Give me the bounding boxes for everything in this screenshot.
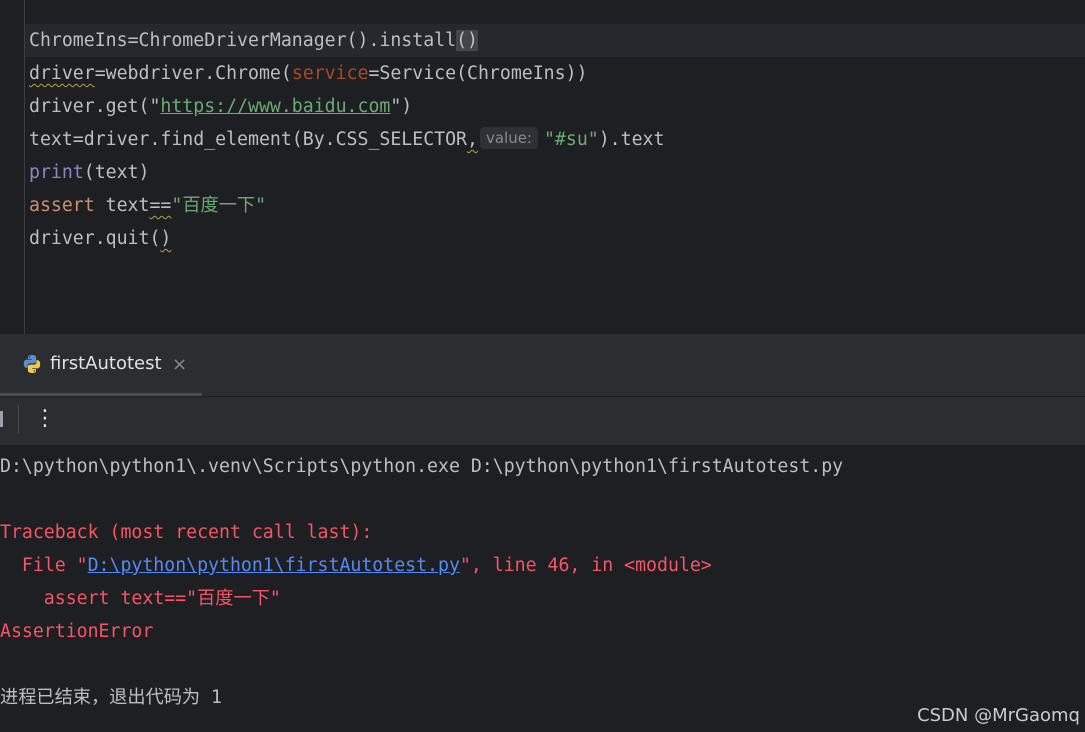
traceback-code-line: assert text=="百度一下": [0, 582, 281, 615]
run-console[interactable]: D:\python\python1\.venv\Scripts\python.e…: [0, 445, 1085, 732]
code-line-7[interactable]: driver.quit(): [29, 222, 171, 255]
code-token: (text): [83, 162, 150, 183]
code-token: ,: [467, 129, 478, 150]
url-link[interactable]: https://www.baidu.com: [160, 96, 390, 117]
code-token: =webdriver.Chrome(: [94, 63, 292, 84]
matched-paren: ): [467, 30, 478, 51]
close-icon[interactable]: ×: [172, 354, 187, 375]
matched-paren: (: [456, 30, 468, 51]
traceback-file-line: File "D:\python\python1\firstAutotest.py…: [0, 549, 712, 582]
console-command-line: D:\python\python1\.venv\Scripts\python.e…: [0, 456, 844, 477]
traceback-text: assert text==": [0, 588, 198, 609]
traceback-text: 百度一下: [197, 588, 270, 609]
assertion-error: AssertionError: [0, 621, 154, 642]
code-line-2[interactable]: driver=webdriver.Chrome(service=Service(…: [29, 57, 587, 90]
file-path-link[interactable]: D:\python\python1\firstAutotest.py: [88, 555, 460, 576]
code-token: driver: [29, 63, 95, 84]
code-token: driver.quit(: [29, 228, 161, 249]
code-token: =ChromeDriverManager().install: [127, 30, 457, 51]
toolbar-button-partial[interactable]: [0, 411, 3, 427]
code-token: ChromeIns: [29, 30, 128, 51]
python-icon: [23, 355, 41, 373]
traceback-text: ", line 46, in <module>: [459, 555, 712, 576]
code-token: =Service(ChromeIns)): [368, 63, 588, 84]
run-tab-firstautotest[interactable]: firstAutotest ×: [0, 334, 202, 396]
code-line-6[interactable]: assert text=="百度一下": [29, 189, 266, 222]
process-exit-message: 进程已结束，退出代码为 1: [0, 687, 222, 708]
code-param-token: service: [291, 63, 369, 84]
code-token: ==: [149, 195, 172, 216]
code-line-4[interactable]: text=driver.find_element(By.CSS_SELECTOR…: [29, 123, 664, 156]
run-toolbar: ⋮: [0, 397, 1085, 445]
tab-label: firstAutotest: [50, 353, 162, 374]
code-token: ): [160, 228, 172, 249]
code-token: driver.get(": [29, 96, 161, 117]
code-string-token: "#su": [543, 129, 599, 150]
watermark: CSDN @MrGaomq: [917, 705, 1080, 726]
code-line-1[interactable]: ChromeIns=ChromeDriverManager().install(…: [29, 24, 478, 57]
traceback-text: ": [269, 588, 281, 609]
code-builtin-token: print: [29, 162, 84, 183]
code-token: "): [390, 96, 413, 117]
code-line-5[interactable]: print(text): [29, 156, 149, 189]
parameter-hint: value:: [479, 127, 538, 149]
code-editor[interactable]: ChromeIns=ChromeDriverManager().install(…: [0, 0, 1085, 334]
code-token: text: [105, 195, 150, 216]
traceback-text: File ": [0, 555, 88, 576]
code-string-token: "百度一下": [171, 195, 267, 216]
active-tab-indicator: [0, 393, 202, 396]
code-keyword-token: assert: [29, 195, 95, 216]
traceback-header: Traceback (most recent call last):: [0, 522, 373, 543]
code-line-3[interactable]: driver.get("https://www.baidu.com"): [29, 90, 412, 123]
code-token: ).text: [598, 129, 665, 150]
run-tab-bar: firstAutotest ×: [0, 334, 1085, 397]
toolbar-separator: [18, 405, 19, 433]
more-options-icon[interactable]: ⋮: [34, 405, 56, 433]
code-token: text=driver.find_element(By.CSS_SELECTOR: [29, 129, 467, 150]
